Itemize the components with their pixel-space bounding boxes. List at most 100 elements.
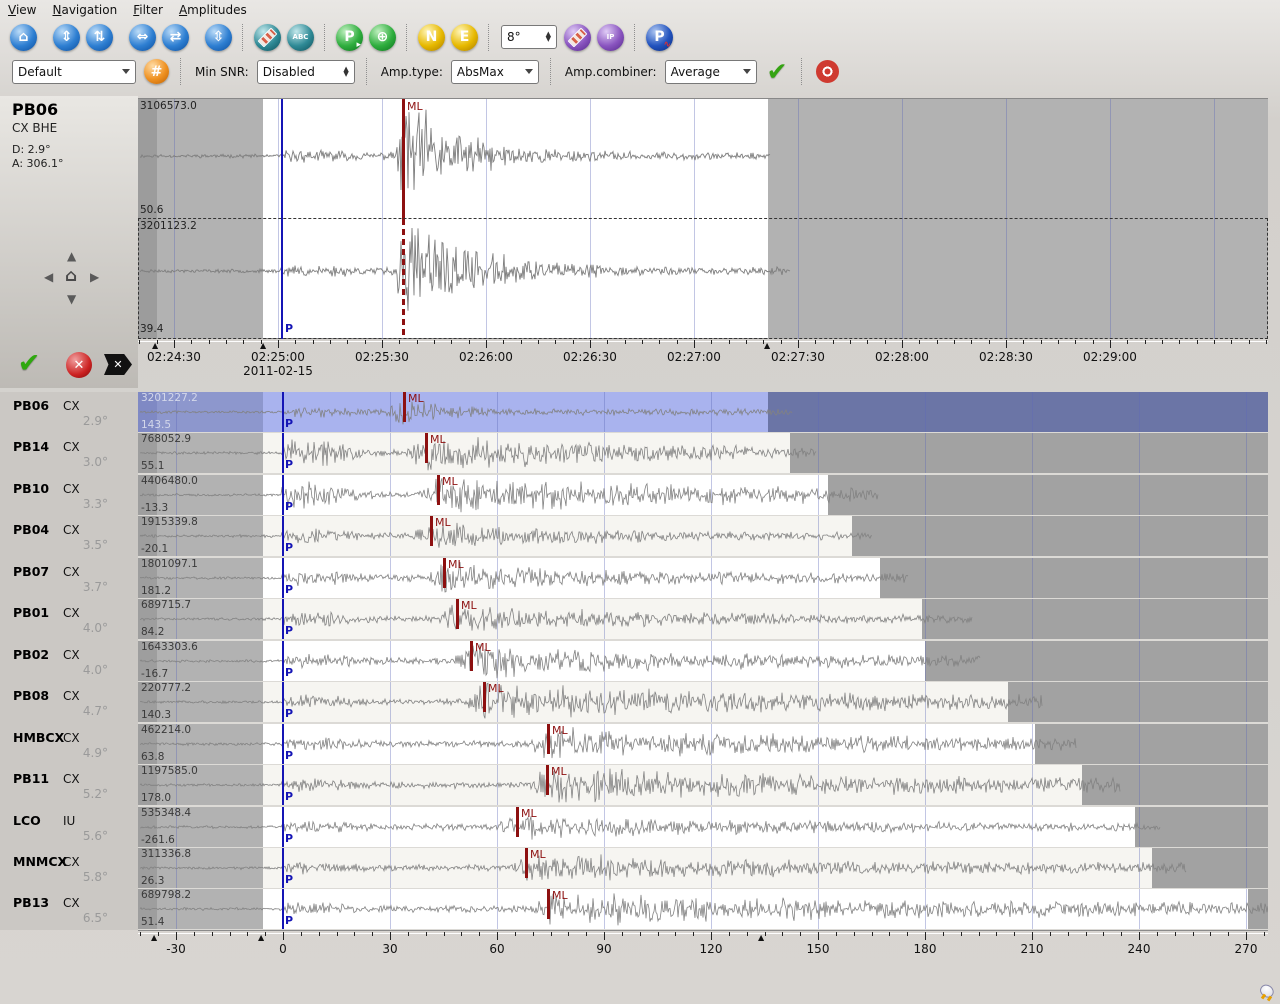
scroll-up-arrow[interactable]: ▲ bbox=[67, 249, 76, 263]
row-label-PB08[interactable]: PB08CX4.7° bbox=[0, 682, 138, 722]
minor-tick bbox=[434, 340, 435, 344]
east-component-button[interactable]: E bbox=[451, 24, 478, 51]
home-button[interactable]: ⌂ bbox=[10, 24, 37, 51]
spinner-arrows-icon[interactable]: ▲▼ bbox=[343, 67, 348, 77]
row-label-HMBCX[interactable]: HMBCXCX4.9° bbox=[0, 724, 138, 764]
trace-row-PB06[interactable]: 3201227.2143.5PML bbox=[138, 392, 1268, 432]
p-marker-label: P bbox=[285, 624, 293, 637]
apply-amplitudes-button[interactable]: ✔ bbox=[767, 57, 788, 86]
trace-row-LCO[interactable]: 535348.4-261.6PML bbox=[138, 807, 1268, 847]
row-label-PB14[interactable]: PB14CX3.0° bbox=[0, 433, 138, 473]
rotation-angle-spinbox[interactable]: 8°▲▼ bbox=[501, 25, 557, 49]
trace-list-panel[interactable]: 3201227.2143.5PML768052.955.1PML4406480.… bbox=[138, 392, 1268, 930]
menu-item-view[interactable]: View bbox=[8, 3, 36, 17]
trace-row-PB07[interactable]: 1801097.1181.2PML bbox=[138, 558, 1268, 598]
p-waveform-button[interactable]: P∿ bbox=[646, 24, 673, 51]
minor-tick bbox=[729, 340, 730, 344]
trace-row-PB13[interactable]: 689798.251.4PML bbox=[138, 889, 1268, 929]
row-waveform bbox=[138, 765, 1268, 805]
time-compress-horizontal-button[interactable]: ⇄ bbox=[162, 24, 189, 51]
recalculate-target-button[interactable] bbox=[816, 60, 839, 83]
menu-item-amplitudes[interactable]: Amplitudes bbox=[179, 3, 247, 17]
ml-marker-label: ML bbox=[488, 682, 504, 695]
major-tick bbox=[925, 932, 926, 940]
minor-tick bbox=[586, 932, 587, 936]
reject-x-button[interactable]: ✕ bbox=[66, 352, 92, 378]
trace-row-PB01[interactable]: 689715.784.2PML bbox=[138, 599, 1268, 639]
range-triangle-marker[interactable]: ▲ bbox=[260, 341, 266, 350]
trace-row-PB11[interactable]: 1197585.0178.0PML bbox=[138, 765, 1268, 805]
row-max-amplitude-value: 1915339.8 bbox=[141, 516, 198, 528]
hash-filter-button[interactable]: # bbox=[144, 59, 169, 84]
range-triangle-marker[interactable]: ▲ bbox=[758, 933, 764, 942]
trace-row-PB10[interactable]: 4406480.0-13.3PML bbox=[138, 475, 1268, 515]
show-labels-abc-button[interactable]: ABC bbox=[287, 24, 314, 51]
trace-row-HMBCX[interactable]: 462214.063.8PML bbox=[138, 724, 1268, 764]
row-label-PB07[interactable]: PB07CX3.7° bbox=[0, 558, 138, 598]
p-marker-label: P bbox=[285, 417, 293, 430]
trace-row-PB02[interactable]: 1643303.6-16.7PML bbox=[138, 641, 1268, 681]
minor-tick bbox=[1127, 340, 1128, 344]
north-component-button[interactable]: N bbox=[418, 24, 445, 51]
min-snr-spinbox[interactable]: Disabled ▲▼ bbox=[257, 60, 355, 84]
p-marker-label: P bbox=[285, 749, 293, 762]
time-expand-horizontal-button-glyph: ⇔ bbox=[137, 29, 149, 45]
row-label-PB11[interactable]: PB11CX5.2° bbox=[0, 765, 138, 805]
minor-tick bbox=[961, 932, 962, 936]
row-network-code: CX bbox=[63, 440, 80, 454]
normalize-amplitudes-button[interactable]: ⇳ bbox=[205, 24, 232, 51]
row-waveform bbox=[138, 475, 1268, 515]
row-waveform bbox=[138, 599, 1268, 639]
zoom-trace-panel[interactable]: 3106573.050.63201123.239.4MLP bbox=[138, 98, 1268, 339]
row-label-PB13[interactable]: PB13CX6.5° bbox=[0, 889, 138, 929]
row-label-LCO[interactable]: LCOIU5.6° bbox=[0, 807, 138, 847]
time-expand-horizontal-button[interactable]: ⇔ bbox=[129, 24, 156, 51]
range-triangle-marker[interactable]: ▲ bbox=[151, 933, 157, 942]
ruler-icon bbox=[568, 27, 588, 47]
relative-time-axis: -300306090120150180210240270▲▲▲ bbox=[138, 930, 1268, 966]
purple-ruler-button[interactable] bbox=[564, 24, 591, 51]
axis-date-label: 2011-02-15 bbox=[233, 364, 323, 378]
pick-phase-p-button-glyph: P bbox=[344, 29, 354, 45]
row-station-code: HMBCX bbox=[13, 730, 64, 745]
scroll-right-arrow[interactable]: ▶ bbox=[90, 270, 99, 284]
trace-row-MNMCX[interactable]: 311336.826.3PML bbox=[138, 848, 1268, 888]
row-label-PB06[interactable]: PB06CX2.9° bbox=[0, 392, 138, 432]
amplitude-zoom-vertical-button[interactable]: ⇕ bbox=[53, 24, 80, 51]
spinner-arrows-icon[interactable]: ▲▼ bbox=[546, 32, 551, 42]
trace-row-PB04[interactable]: 1915339.8-20.1PML bbox=[138, 516, 1268, 556]
row-label-PB10[interactable]: PB10CX3.3° bbox=[0, 475, 138, 515]
menu-item-navigation[interactable]: Navigation bbox=[52, 3, 117, 17]
row-waveform bbox=[138, 392, 1268, 432]
major-tick bbox=[694, 340, 695, 348]
show-labels-abc-button-glyph: ABC bbox=[293, 33, 309, 41]
range-triangle-marker[interactable]: ▲ bbox=[152, 341, 158, 350]
instrument-picker-button[interactable]: IP bbox=[597, 24, 624, 51]
row-label-PB02[interactable]: PB02CX4.0° bbox=[0, 641, 138, 681]
pick-phase-p-button[interactable]: P▸ bbox=[336, 24, 363, 51]
amp-combiner-select[interactable]: Average bbox=[665, 60, 757, 84]
p-phase-marker bbox=[282, 392, 284, 432]
measure-ruler-button[interactable] bbox=[254, 24, 281, 51]
ml-amplitude-marker bbox=[443, 558, 446, 588]
trace-row-PB08[interactable]: 220777.2140.3PML bbox=[138, 682, 1268, 722]
amplitude-compress-vertical-button[interactable]: ⇅ bbox=[86, 24, 113, 51]
row-label-PB01[interactable]: PB01CX4.0° bbox=[0, 599, 138, 639]
filter-profile-select[interactable]: Default bbox=[12, 60, 136, 84]
export-exit-button[interactable]: ✕ bbox=[104, 354, 132, 375]
range-triangle-marker[interactable]: ▲ bbox=[258, 933, 264, 942]
ml-marker-label: ML bbox=[552, 889, 568, 902]
separator bbox=[634, 24, 636, 51]
minor-tick bbox=[140, 932, 141, 936]
scroll-down-arrow[interactable]: ▼ bbox=[67, 292, 76, 306]
scroll-home-button[interactable]: ⌂ bbox=[65, 266, 77, 286]
menu-item-filter[interactable]: Filter bbox=[133, 3, 163, 17]
accept-check-button[interactable]: ✔ bbox=[14, 350, 44, 376]
theoretical-arrivals-globe-button[interactable]: ⊕ bbox=[369, 24, 396, 51]
row-label-PB04[interactable]: PB04CX3.5° bbox=[0, 516, 138, 556]
amp-type-select[interactable]: AbsMax bbox=[451, 60, 539, 84]
trace-row-PB14[interactable]: 768052.955.1PML bbox=[138, 433, 1268, 473]
row-label-MNMCX[interactable]: MNMCXCX5.8° bbox=[0, 848, 138, 888]
scroll-left-arrow[interactable]: ◀ bbox=[44, 270, 53, 284]
range-triangle-marker[interactable]: ▲ bbox=[764, 341, 770, 350]
